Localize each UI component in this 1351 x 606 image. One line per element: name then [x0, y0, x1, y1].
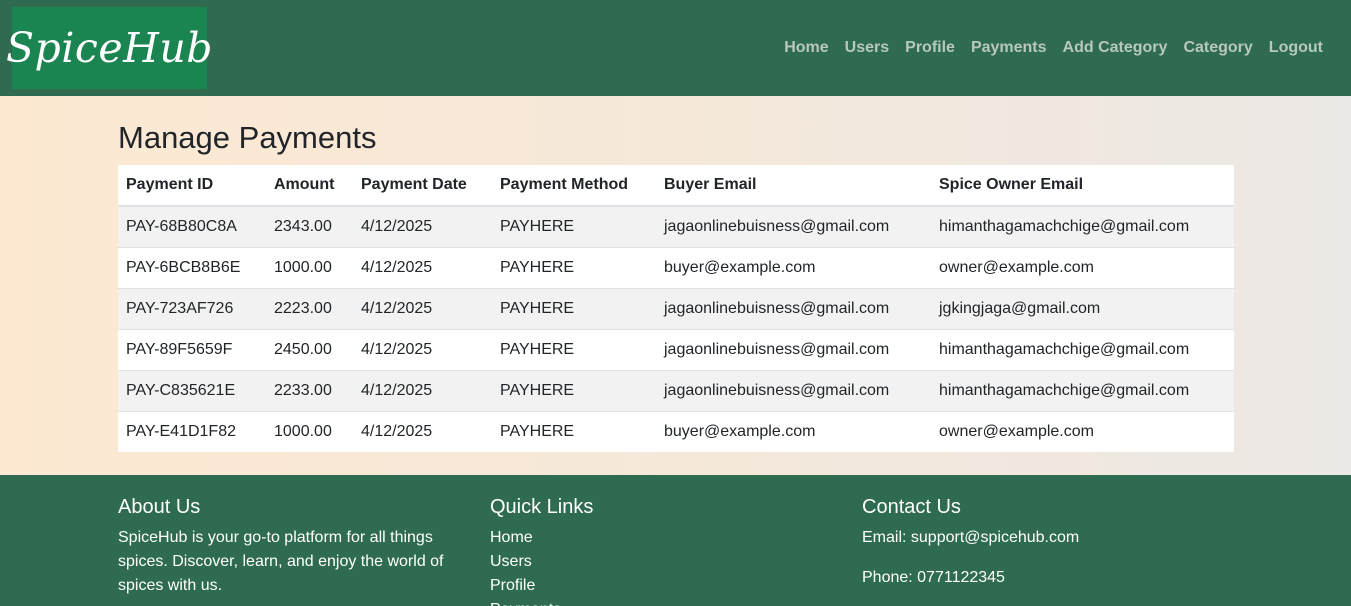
cell-payment-id: PAY-68B80C8A	[118, 205, 266, 247]
footer-link-users[interactable]: Users	[490, 550, 862, 574]
cell-buyer-email: jagaonlinebuisness@gmail.com	[656, 369, 931, 411]
navbar: SpiceHub Home Users Profile Payments Add…	[0, 0, 1351, 96]
cell-owner-email: himanthagamachchige@gmail.com	[931, 328, 1234, 370]
footer-contact-title: Contact Us	[862, 496, 961, 518]
footer-quick-links-title: Quick Links	[490, 496, 594, 518]
table-row: PAY-6BCB8B6E 1000.00 4/12/2025 PAYHERE b…	[118, 246, 1234, 288]
nav-link-home[interactable]: Home	[776, 38, 836, 58]
cell-payment-date: 4/12/2025	[353, 369, 492, 411]
cell-payment-method: PAYHERE	[492, 328, 656, 370]
cell-payment-id: PAY-C835621E	[118, 369, 266, 411]
brand-logo[interactable]: SpiceHub	[6, 7, 213, 89]
footer-about-text: SpiceHub is your go-to platform for all …	[118, 529, 444, 594]
cell-payment-id: PAY-6BCB8B6E	[118, 246, 266, 288]
table-row: PAY-C835621E 2233.00 4/12/2025 PAYHERE j…	[118, 369, 1234, 411]
cell-amount: 2233.00	[266, 369, 353, 411]
column-header-payment-method: Payment Method	[492, 165, 656, 207]
cell-payment-date: 4/12/2025	[353, 328, 492, 370]
cell-payment-method: PAYHERE	[492, 369, 656, 411]
cell-buyer-email: jagaonlinebuisness@gmail.com	[656, 205, 931, 247]
cell-owner-email: himanthagamachchige@gmail.com	[931, 369, 1234, 411]
cell-buyer-email: buyer@example.com	[656, 246, 931, 288]
footer-contact: Contact Us Email: support@spicehub.com P…	[862, 496, 1234, 606]
cell-payment-date: 4/12/2025	[353, 287, 492, 329]
footer-about-title: About Us	[118, 496, 201, 518]
footer-link-profile[interactable]: Profile	[490, 574, 862, 598]
nav-link-payments[interactable]: Payments	[963, 38, 1055, 58]
cell-payment-date: 4/12/2025	[353, 246, 492, 288]
footer-link-home[interactable]: Home	[490, 526, 862, 550]
cell-amount: 1000.00	[266, 246, 353, 288]
brand-logo-text: SpiceHub	[5, 24, 214, 72]
cell-payment-date: 4/12/2025	[353, 205, 492, 247]
cell-payment-date: 4/12/2025	[353, 410, 492, 452]
nav-link-users[interactable]: Users	[837, 38, 897, 58]
cell-payment-id: PAY-E41D1F82	[118, 410, 266, 452]
column-header-buyer-email: Buyer Email	[656, 165, 931, 207]
cell-payment-method: PAYHERE	[492, 246, 656, 288]
column-header-payment-id: Payment ID	[118, 165, 266, 207]
cell-owner-email: jgkingjaga@gmail.com	[931, 287, 1234, 329]
cell-buyer-email: jagaonlinebuisness@gmail.com	[656, 328, 931, 370]
column-header-payment-date: Payment Date	[353, 165, 492, 207]
footer-link-payments[interactable]: Payments	[490, 598, 862, 606]
cell-payment-method: PAYHERE	[492, 287, 656, 329]
payments-table: Payment ID Amount Payment Date Payment M…	[118, 165, 1234, 452]
table-header-row: Payment ID Amount Payment Date Payment M…	[118, 165, 1234, 207]
cell-amount: 2450.00	[266, 328, 353, 370]
cell-payment-id: PAY-89F5659F	[118, 328, 266, 370]
cell-amount: 2343.00	[266, 205, 353, 247]
nav-links: Home Users Profile Payments Add Category…	[776, 38, 1331, 58]
table-row: PAY-68B80C8A 2343.00 4/12/2025 PAYHERE j…	[118, 205, 1234, 247]
page-title: Manage Payments	[118, 120, 377, 155]
cell-amount: 1000.00	[266, 410, 353, 452]
main-content: Manage Payments Payment ID Amount Paymen…	[0, 96, 1351, 475]
cell-buyer-email: jagaonlinebuisness@gmail.com	[656, 287, 931, 329]
footer-contact-email: Email: support@spicehub.com	[862, 529, 1080, 546]
nav-link-add-category[interactable]: Add Category	[1055, 38, 1176, 58]
nav-link-logout[interactable]: Logout	[1261, 38, 1331, 58]
footer-contact-phone: Phone: 0771122345	[862, 569, 1005, 586]
footer-quick-links: Quick Links Home Users Profile Payments	[490, 496, 862, 606]
cell-owner-email: himanthagamachchige@gmail.com	[931, 205, 1234, 247]
nav-link-profile[interactable]: Profile	[897, 38, 963, 58]
cell-owner-email: owner@example.com	[931, 410, 1234, 452]
table-row: PAY-89F5659F 2450.00 4/12/2025 PAYHERE j…	[118, 328, 1234, 370]
footer: About Us SpiceHub is your go-to platform…	[0, 475, 1351, 606]
cell-payment-method: PAYHERE	[492, 410, 656, 452]
cell-buyer-email: buyer@example.com	[656, 410, 931, 452]
cell-owner-email: owner@example.com	[931, 246, 1234, 288]
column-header-amount: Amount	[266, 165, 353, 207]
column-header-owner-email: Spice Owner Email	[931, 165, 1234, 207]
cell-payment-method: PAYHERE	[492, 205, 656, 247]
cell-amount: 2223.00	[266, 287, 353, 329]
table-row: PAY-723AF726 2223.00 4/12/2025 PAYHERE j…	[118, 287, 1234, 329]
footer-about: About Us SpiceHub is your go-to platform…	[118, 496, 490, 606]
nav-link-category[interactable]: Category	[1175, 38, 1260, 58]
cell-payment-id: PAY-723AF726	[118, 287, 266, 329]
table-row: PAY-E41D1F82 1000.00 4/12/2025 PAYHERE b…	[118, 410, 1234, 452]
